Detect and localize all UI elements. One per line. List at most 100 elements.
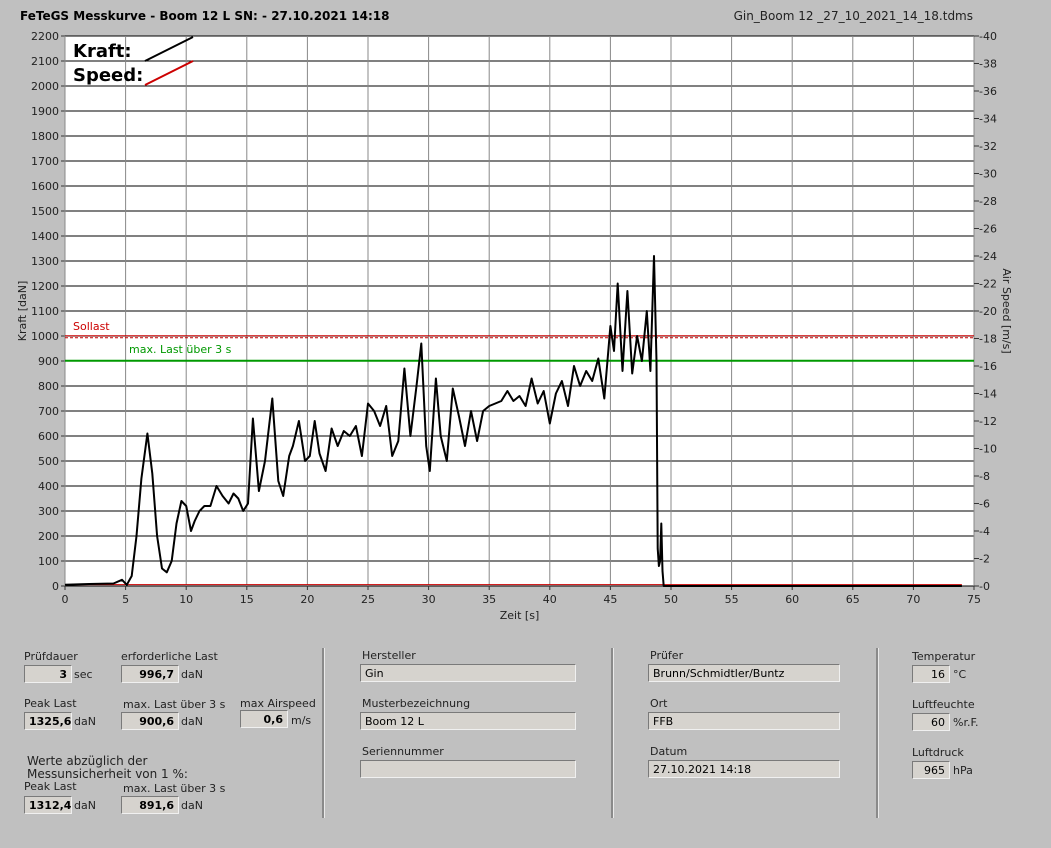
y2-tick-label: -24: [979, 250, 997, 263]
x-tick-label: 65: [846, 593, 860, 606]
y-tick-label: 1200: [31, 280, 59, 293]
x-axis-label: Zeit [s]: [500, 609, 539, 622]
y-tick-label: 1600: [31, 180, 59, 193]
y2-tick-label: -8: [979, 470, 990, 483]
pruefer-label: Prüfer: [650, 649, 684, 662]
y-tick-label: 600: [38, 430, 59, 443]
sollast-label: Sollast: [73, 320, 110, 333]
y2-tick-label: -12: [979, 415, 997, 428]
x-tick-label: 25: [361, 593, 375, 606]
werte-note-line2: Messunsicherheit von 1 %:: [27, 767, 188, 781]
y2-tick-label: -10: [979, 443, 997, 456]
peak-last-label: Peak Last: [24, 697, 77, 710]
temperatur-field: 16: [912, 665, 950, 683]
max-last-field: 900,6: [121, 712, 179, 730]
pruefer-field: Brunn/Schmidtler/Buntz: [648, 664, 840, 682]
ort-field: FFB: [648, 712, 840, 730]
y-tick-label: 0: [52, 580, 59, 593]
y-tick-label: 800: [38, 380, 59, 393]
erforderliche-last-unit: daN: [181, 668, 203, 681]
legend-kraft-label: Kraft:: [73, 41, 132, 62]
y2-tick-label: -30: [979, 168, 997, 181]
y2-tick-label: -28: [979, 195, 997, 208]
y-tick-label: 1300: [31, 255, 59, 268]
y-tick-label: 700: [38, 405, 59, 418]
y2-tick-label: -18: [979, 333, 997, 346]
y2-tick-label: -32: [979, 140, 997, 153]
y2-tick-label: -16: [979, 360, 997, 373]
x-tick-label: 75: [967, 593, 981, 606]
y2-tick-label: -0: [979, 580, 990, 593]
y2-axis-label: Air Speed [m/s]: [1000, 268, 1013, 353]
y-tick-label: 1100: [31, 305, 59, 318]
peak-last-2-field: 1312,4: [24, 796, 72, 814]
y2-tick-label: -34: [979, 113, 997, 126]
y-tick-label: 2100: [31, 55, 59, 68]
y-tick-label: 1000: [31, 330, 59, 343]
peak-last-2-label: Peak Last: [24, 780, 77, 793]
peak-last-2-unit: daN: [74, 799, 96, 812]
max-last-2-label: max. Last über 3 s: [123, 782, 226, 795]
seriennummer-label: Seriennummer: [362, 745, 444, 758]
temperatur-unit: °C: [953, 668, 967, 681]
y2-tick-label: -36: [979, 85, 997, 98]
y2-tick-label: -4: [979, 525, 990, 538]
x-tick-label: 30: [422, 593, 436, 606]
y-tick-label: 300: [38, 505, 59, 518]
luftdruck-field: 965: [912, 761, 950, 779]
y-tick-label: 1700: [31, 155, 59, 168]
y2-tick-label: -6: [979, 498, 990, 511]
peak-last-field: 1325,6: [24, 712, 72, 730]
x-tick-label: 45: [603, 593, 617, 606]
legend-speed-label: Speed:: [73, 65, 143, 86]
x-tick-label: 40: [543, 593, 557, 606]
x-tick-label: 20: [300, 593, 314, 606]
luftfeuchte-label: Luftfeuchte: [912, 698, 975, 711]
peak-last-unit: daN: [74, 715, 96, 728]
max-airspeed-label: max Airspeed: [240, 697, 316, 710]
ort-label: Ort: [650, 697, 668, 710]
pruefdauer-unit: sec: [74, 668, 93, 681]
y-axis-label: Kraft [daN]: [16, 281, 29, 342]
pruefdauer-field: 3: [24, 665, 72, 683]
y-tick-label: 1800: [31, 130, 59, 143]
datum-field: 27.10.2021 14:18: [648, 760, 840, 778]
y-tick-label: 900: [38, 355, 59, 368]
y2-tick-label: -20: [979, 305, 997, 318]
y2-tick-label: -22: [979, 278, 997, 291]
max-last-2-unit: daN: [181, 799, 203, 812]
x-tick-label: 70: [906, 593, 920, 606]
y2-tick-label: -38: [979, 58, 997, 71]
seriennummer-field: [360, 760, 576, 778]
x-tick-label: 50: [664, 593, 678, 606]
datum-label: Datum: [650, 745, 688, 758]
x-tick-label: 35: [482, 593, 496, 606]
y-tick-label: 1500: [31, 205, 59, 218]
pruefdauer-label: Prüfdauer: [24, 650, 78, 663]
separator: [322, 648, 325, 818]
y2-tick-label: -26: [979, 223, 997, 236]
y-tick-label: 1400: [31, 230, 59, 243]
separator: [876, 648, 879, 818]
hersteller-field: Gin: [360, 664, 576, 682]
x-tick-label: 60: [785, 593, 799, 606]
max-last-label: max. Last über 3 s: [123, 698, 226, 711]
erforderliche-last-label: erforderliche Last: [121, 650, 218, 663]
luftfeuchte-unit: %r.F.: [953, 716, 979, 729]
hersteller-label: Hersteller: [362, 649, 416, 662]
x-tick-label: 10: [179, 593, 193, 606]
luftdruck-unit: hPa: [953, 764, 973, 777]
luftfeuchte-field: 60: [912, 713, 950, 731]
y-tick-label: 400: [38, 480, 59, 493]
x-tick-label: 0: [62, 593, 69, 606]
y-tick-label: 200: [38, 530, 59, 543]
separator: [611, 648, 614, 818]
y2-tick-label: -40: [979, 30, 997, 43]
y-tick-label: 100: [38, 555, 59, 568]
y2-tick-label: -2: [979, 553, 990, 566]
x-tick-label: 15: [240, 593, 254, 606]
erforderliche-last-field: 996,7: [121, 665, 179, 683]
luftdruck-label: Luftdruck: [912, 746, 964, 759]
y-tick-label: 2000: [31, 80, 59, 93]
musterbezeichnung-field: Boom 12 L: [360, 712, 576, 730]
